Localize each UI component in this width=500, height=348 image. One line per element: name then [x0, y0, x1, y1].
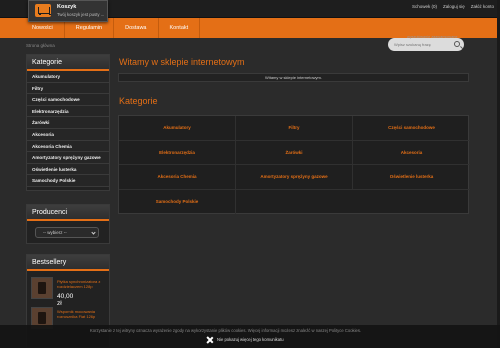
cookie-dismiss-link[interactable]: Nie pokazuj więcej tego komunikatu: [217, 337, 284, 342]
login-link[interactable]: Zaloguj się: [443, 4, 465, 9]
producers-box: Producenci -- wybierz --: [26, 204, 110, 244]
producer-select[interactable]: -- wybierz --: [35, 227, 99, 238]
producer-select-value: -- wybierz --: [43, 230, 67, 235]
product-image[interactable]: [31, 277, 53, 299]
product-name[interactable]: Płytka synchronizatora z rozdzielaczem 1…: [57, 279, 113, 289]
search-icon[interactable]: [454, 41, 460, 47]
sidebar-item-chemistry[interactable]: Akcesoria Chemia: [27, 140, 109, 153]
register-link[interactable]: Załóż konto: [471, 4, 494, 9]
search-input[interactable]: [394, 41, 448, 48]
product-name[interactable]: Wspornik mocowania rozrusznika Fiat 126p: [57, 309, 113, 319]
cart-title: Koszyk: [57, 4, 77, 10]
advanced-search-link[interactable]: wyszukiwanie zaawansowane: [407, 35, 457, 39]
category-tile[interactable]: Filtry: [236, 116, 353, 141]
cookie-text: Korzystanie z tej witryny oznacza wyraże…: [90, 328, 362, 333]
producers-heading: Producenci: [27, 205, 109, 221]
sidebar-item-bulbs[interactable]: Żarówki: [27, 117, 109, 129]
categories-heading: Kategorie: [27, 55, 109, 71]
category-tile[interactable]: Akumulatory: [119, 116, 236, 141]
bestsellers-heading: Bestsellery: [27, 255, 109, 271]
product-price: 40,00 zł: [57, 293, 74, 307]
sidebar-item-filters[interactable]: Filtry: [27, 82, 109, 95]
wishlist-link[interactable]: Schowek (0): [412, 4, 437, 9]
sidebar-item-gas-springs[interactable]: Amortyzatory sprężyny gazowe: [27, 152, 109, 164]
breadcrumb[interactable]: Strona główna: [26, 43, 55, 48]
nav-item-contact[interactable]: Kontakt: [159, 18, 201, 38]
category-tile[interactable]: Amortyzatory sprężyny gazowe: [236, 165, 353, 190]
top-links: Schowek (0) Zaloguj się Załóż konto: [412, 4, 494, 9]
category-tile[interactable]: Żarówki: [236, 140, 353, 165]
close-icon[interactable]: [207, 337, 213, 343]
sidebar-item-mirror-lights[interactable]: Oświetlenie lusterka: [27, 163, 109, 176]
category-grid: Akumulatory Filtry Części samochodowe El…: [118, 115, 470, 214]
welcome-text: Witamy w sklepie internetowym.: [118, 73, 469, 82]
category-tile[interactable]: Oświetlenie lusterka: [353, 165, 470, 190]
sidebar-item-power-tools[interactable]: Elektronarzędzia: [27, 105, 109, 118]
categories-box: Kategorie Akumulatory Filtry Części samo…: [26, 54, 110, 191]
cookie-bar: Korzystanie z tej witryny oznacza wyraże…: [0, 325, 500, 348]
nav-item-delivery[interactable]: Dostawa: [114, 18, 159, 38]
category-tile[interactable]: Części samochodowe: [353, 116, 470, 141]
category-tile[interactable]: Akcesoria: [353, 141, 470, 165]
sidebar-item-polish-cars[interactable]: Samochody Polskie: [27, 175, 109, 187]
categories-title: Kategorie: [119, 96, 158, 106]
sidebar-item-accessories[interactable]: Akcesoria: [27, 128, 109, 141]
sidebar-item-batteries[interactable]: Akumulatory: [27, 71, 109, 83]
cart-popup[interactable]: Koszyk Twój koszyk jest pusty ...: [28, 0, 108, 22]
sidebar-item-car-parts[interactable]: Części samochodowe: [27, 94, 109, 106]
category-tile[interactable]: Akcesoria Chemia: [119, 165, 236, 190]
category-tile[interactable]: Samochody Polskie: [119, 189, 236, 214]
chevron-down-icon: [91, 230, 96, 235]
search-box: [388, 38, 464, 51]
category-tile[interactable]: Elektronarzędzia: [119, 140, 236, 165]
cart-icon: [35, 4, 51, 17]
welcome-title: Witamy w sklepie internetowym: [119, 57, 245, 67]
cart-status: Twój koszyk jest pusty ...: [57, 12, 105, 17]
